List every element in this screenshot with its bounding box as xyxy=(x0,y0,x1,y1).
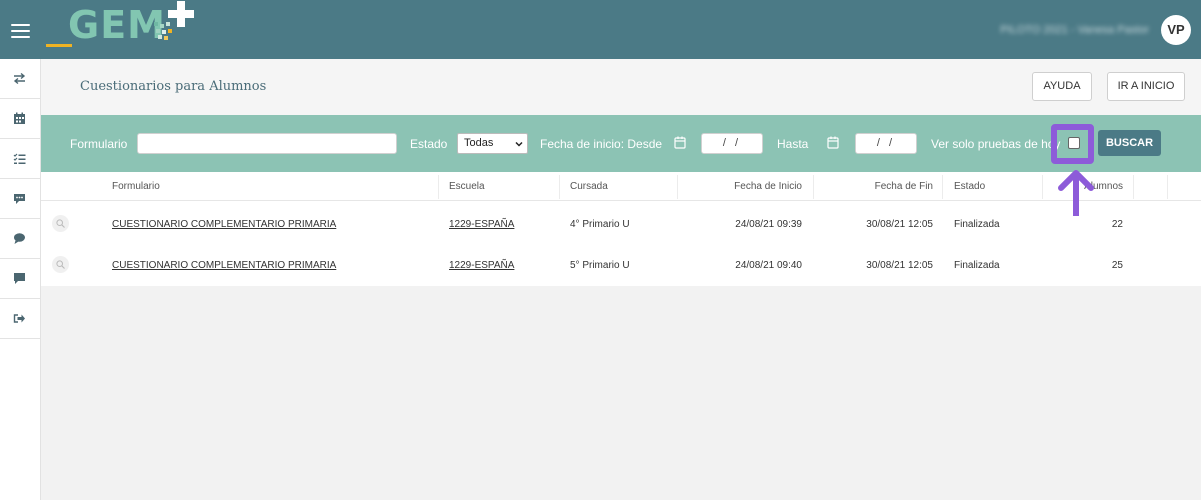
sidebar-item-comment[interactable] xyxy=(0,259,40,299)
hamburger-menu-icon[interactable] xyxy=(11,24,31,39)
app-window: GEM PILOTO 2021 - Vanesa Pastor VP Cuest… xyxy=(0,0,1201,500)
estado-label: Estado xyxy=(410,137,448,151)
annotation-arrow-icon xyxy=(1058,170,1094,216)
sidebar-item-logout[interactable] xyxy=(0,299,40,339)
table-row: CUESTIONARIO COMPLEMENTARIO PRIMARIA 122… xyxy=(41,203,1201,244)
filter-bar: Formulario Estado Todas Fecha de inicio:… xyxy=(41,115,1201,172)
cell-escuela-link[interactable]: 1229-ESPAÑA xyxy=(449,203,514,244)
cell-estado: Finalizada xyxy=(954,260,1000,271)
solo-hoy-label: Ver solo pruebas de hoy xyxy=(931,137,1061,151)
view-row-button[interactable] xyxy=(52,256,69,273)
page-header: Cuestionarios para Alumnos AYUDA IR A IN… xyxy=(41,59,1201,115)
page-title: Cuestionarios para Alumnos xyxy=(80,79,267,94)
cell-cursada: 4° Primario U xyxy=(570,219,630,230)
table-row: CUESTIONARIO COMPLEMENTARIO PRIMARIA 122… xyxy=(41,244,1201,285)
help-button[interactable]: AYUDA xyxy=(1032,72,1092,101)
cell-fecha-fin: 30/08/21 12:05 xyxy=(866,219,933,230)
cell-formulario-link[interactable]: CUESTIONARIO COMPLEMENTARIO PRIMARIA xyxy=(112,244,336,285)
user-name: PILOTO 2021 - Vanesa Pastor xyxy=(1000,24,1149,36)
top-bar: GEM PILOTO 2021 - Vanesa Pastor VP xyxy=(0,0,1201,59)
column-divider xyxy=(1042,175,1043,199)
column-divider xyxy=(438,175,439,199)
sign-out-icon xyxy=(13,314,25,323)
chevron-down-icon xyxy=(515,141,523,147)
checklist-icon xyxy=(13,153,26,164)
sidebar-item-swap[interactable] xyxy=(0,59,40,99)
cell-formulario-link[interactable]: CUESTIONARIO COMPLEMENTARIO PRIMARIA xyxy=(112,203,336,244)
calendar-hasta-icon[interactable] xyxy=(827,136,839,149)
cell-alumnos: 25 xyxy=(1111,260,1123,271)
column-estado[interactable]: Estado xyxy=(954,172,985,201)
chat-dots-icon xyxy=(14,194,25,204)
cell-cursada: 5° Primario U xyxy=(570,260,630,271)
sidebar-item-chat-dots[interactable] xyxy=(0,179,40,219)
calendar-desde-icon[interactable] xyxy=(674,136,686,149)
go-home-button[interactable]: IR A INICIO xyxy=(1107,72,1185,101)
cell-escuela-link[interactable]: 1229-ESPAÑA xyxy=(449,244,514,285)
cell-fecha-inicio: 24/08/21 09:39 xyxy=(735,219,802,230)
estado-selected-value: Todas xyxy=(464,137,494,149)
calendar-icon xyxy=(14,112,25,124)
table-header: Formulario Escuela Cursada Fecha de Inic… xyxy=(41,172,1201,201)
fecha-desde-label: Fecha de inicio: Desde xyxy=(540,137,663,151)
column-divider xyxy=(942,175,943,199)
column-fecha-inicio[interactable]: Fecha de Inicio xyxy=(687,172,802,201)
magnifier-icon xyxy=(56,219,65,228)
fecha-desde-input[interactable]: / / xyxy=(701,133,763,154)
view-row-button[interactable] xyxy=(52,215,69,232)
magnifier-icon xyxy=(56,260,65,269)
hasta-label: Hasta xyxy=(777,137,809,151)
comment-icon xyxy=(14,273,25,284)
column-cursada[interactable]: Cursada xyxy=(570,172,608,201)
column-divider xyxy=(1133,175,1134,199)
search-button[interactable]: BUSCAR xyxy=(1098,130,1161,156)
column-fecha-fin[interactable]: Fecha de Fin xyxy=(823,172,933,201)
sidebar-item-checklist[interactable] xyxy=(0,139,40,179)
gem-logo[interactable]: GEM xyxy=(44,0,204,56)
fecha-hasta-input[interactable]: / / xyxy=(855,133,917,154)
formulario-label: Formulario xyxy=(70,137,128,151)
column-divider xyxy=(813,175,814,199)
sidebar xyxy=(0,59,41,500)
avatar[interactable]: VP xyxy=(1161,15,1191,45)
results-table: Formulario Escuela Cursada Fecha de Inic… xyxy=(41,172,1201,286)
logo-plus-icon xyxy=(168,1,194,27)
logo-text: GEM xyxy=(68,3,166,47)
cell-estado: Finalizada xyxy=(954,219,1000,230)
column-divider xyxy=(1167,175,1168,199)
column-divider xyxy=(677,175,678,199)
cell-fecha-inicio: 24/08/21 09:40 xyxy=(735,260,802,271)
chat-bubble-icon xyxy=(14,233,25,244)
swap-arrows-icon xyxy=(13,72,26,85)
column-divider xyxy=(559,175,560,199)
solo-hoy-checkbox[interactable] xyxy=(1068,137,1080,149)
column-formulario[interactable]: Formulario xyxy=(112,172,160,201)
sidebar-item-calendar[interactable] xyxy=(0,99,40,139)
estado-select[interactable]: Todas xyxy=(457,133,528,154)
sidebar-item-chat[interactable] xyxy=(0,219,40,259)
formulario-input[interactable] xyxy=(137,133,397,154)
cell-fecha-fin: 30/08/21 12:05 xyxy=(866,260,933,271)
column-escuela[interactable]: Escuela xyxy=(449,172,485,201)
